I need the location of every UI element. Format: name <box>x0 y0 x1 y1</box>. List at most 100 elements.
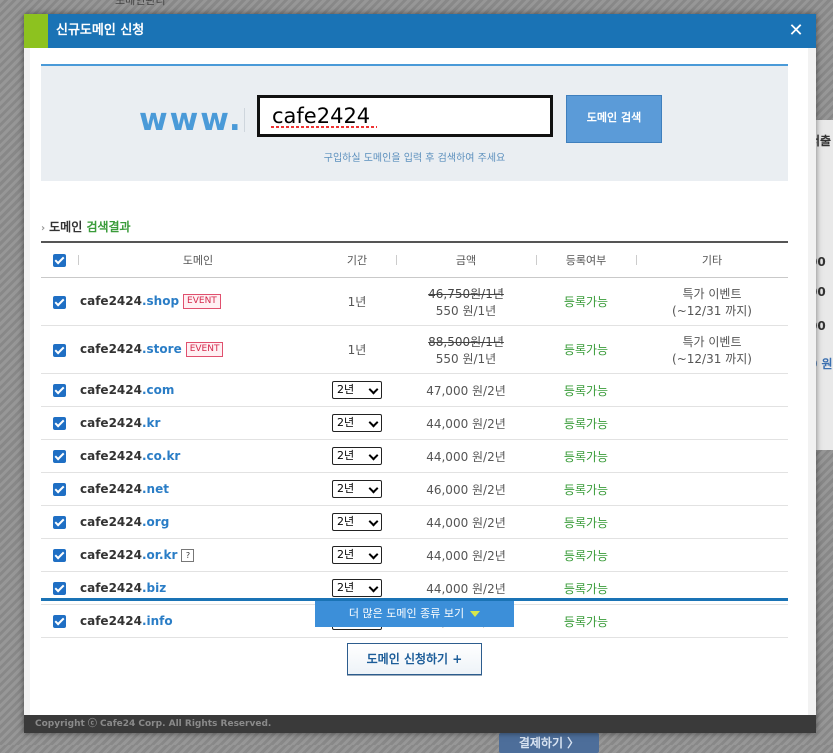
period-select-value: 2년 <box>337 416 355 429</box>
row-checkbox[interactable] <box>53 483 66 496</box>
status-text: 등록가능 <box>536 538 636 572</box>
close-icon[interactable]: ✕ <box>786 21 806 41</box>
table-row: cafe2424.kr 2년 44,000 원/2년 등록가능 <box>41 406 788 440</box>
row-checkbox[interactable] <box>53 450 66 463</box>
new-domain-modal: 신규도메인 신청 ✕ www. 도메인 검색 구입하실 도메인을 입력 후 검색… <box>24 14 816 733</box>
etc-cell <box>636 472 788 506</box>
domain-name: cafe2424.net <box>78 472 318 506</box>
domain-tld: .net <box>141 482 169 496</box>
etc-line-1: 특가 이벤트 <box>682 286 742 301</box>
header-etc: 기타 <box>636 241 788 278</box>
domain-tld: .co.kr <box>141 449 181 463</box>
background-top-text: 도메인관리 <box>115 0 166 7</box>
period-select-value: 2년 <box>337 548 355 561</box>
help-icon[interactable]: ? <box>181 549 195 562</box>
domain-search-input[interactable] <box>257 95 553 137</box>
etc-cell <box>636 406 788 440</box>
period-select[interactable]: 2년 <box>332 579 382 597</box>
status-text: 등록가능 <box>536 604 636 638</box>
row-checkbox[interactable] <box>53 549 66 562</box>
domain-name: cafe2424.org <box>78 505 318 539</box>
spellcheck-underline <box>271 126 377 128</box>
period-select[interactable]: 2년 <box>332 513 382 531</box>
period-select[interactable]: 2년 <box>332 447 382 465</box>
period-select[interactable]: 2년 <box>332 480 382 498</box>
header-status-label: 등록여부 <box>565 254 607 267</box>
event-badge: EVENT <box>183 294 221 309</box>
status-text: 등록가능 <box>536 373 636 407</box>
etc-cell <box>636 439 788 473</box>
price-cell: 46,750원/1년 550 원/1년 <box>396 277 536 326</box>
header-period: 기간 <box>318 241 396 278</box>
domain-sld: cafe2424 <box>80 581 142 595</box>
row-checkbox[interactable] <box>53 295 66 309</box>
row-checkbox[interactable] <box>53 384 66 397</box>
domain-search-panel: www. 도메인 검색 구입하실 도메인을 입력 후 검색하여 주세요 <box>41 64 788 181</box>
period-select[interactable]: 2년 <box>332 381 382 399</box>
results-heading-prefix: 도메인 <box>49 220 83 234</box>
table-row: cafe2424.store EVENT 1년 88,500원/1년 550 원/1… <box>41 325 788 374</box>
etc-line-1: 특가 이벤트 <box>682 334 742 349</box>
domain-tld: .kr <box>141 416 161 430</box>
row-checkbox[interactable] <box>53 582 66 595</box>
table-row: cafe2424.or.kr? 2년 44,000 원/2년 등록가능 <box>41 538 788 572</box>
header-etc-label: 기타 <box>701 254 723 267</box>
row-checkbox[interactable] <box>53 516 66 529</box>
copyright-footer: Copyright ⓒ Cafe24 Corp. All Rights Rese… <box>24 715 816 733</box>
table-row: cafe2424.net 2년 46,000 원/2년 등록가능 <box>41 472 788 506</box>
price-text: 44,000 원/2년 <box>396 505 536 539</box>
table-row: cafe2424.shop EVENT 1년 46,750원/1년 550 원/1년… <box>41 277 788 326</box>
period-text: 1년 <box>318 325 396 374</box>
results-table: 도메인 기간 금액 등록여부 기타 cafe2424.shop EVENT 1년 … <box>41 241 788 638</box>
etc-cell <box>636 373 788 407</box>
price-text: 44,000 원/2년 <box>396 538 536 572</box>
modal-header: 신규도메인 신청 ✕ <box>24 14 816 48</box>
price-text: 46,000 원/2년 <box>396 472 536 506</box>
more-domains-button[interactable]: 더 많은 도메인 종류 보기 <box>315 601 514 627</box>
background-pay-button[interactable]: 결제하기 〉 <box>499 733 599 753</box>
table-row: cafe2424.org 2년 44,000 원/2년 등록가능 <box>41 505 788 539</box>
table-row: cafe2424.com 2년 47,000 원/2년 등록가능 <box>41 373 788 407</box>
original-price: 46,750원/1년 <box>428 286 504 301</box>
row-checkbox[interactable] <box>53 417 66 430</box>
www-prefix: www. <box>139 102 243 138</box>
modal-title: 신규도메인 신청 <box>56 23 145 38</box>
header-price-label: 금액 <box>455 254 477 267</box>
header-period-label: 기간 <box>346 254 368 267</box>
more-domains-label: 더 많은 도메인 종류 보기 <box>348 607 465 620</box>
header-status: 등록여부 <box>536 241 636 278</box>
domain-sld: cafe2424 <box>80 294 142 308</box>
caret-down-icon <box>470 611 481 617</box>
domain-tld: .or.kr <box>141 548 178 562</box>
original-price: 88,500원/1년 <box>428 334 504 349</box>
chevron-down-icon <box>368 582 379 593</box>
domain-sld: cafe2424 <box>80 515 142 529</box>
divider <box>244 108 245 132</box>
chevron-down-icon <box>368 450 379 461</box>
domain-tld: .store <box>141 342 182 356</box>
select-all-checkbox[interactable] <box>53 253 66 267</box>
etc-cell: 특가 이벤트 (~12/31 까지) <box>636 325 788 374</box>
domain-name: cafe2424.co.kr <box>78 439 318 473</box>
domain-name: cafe2424.com <box>78 373 318 407</box>
row-checkbox[interactable] <box>53 343 66 357</box>
period-select[interactable]: 2년 <box>332 414 382 432</box>
domain-search-button[interactable]: 도메인 검색 <box>566 95 662 143</box>
row-checkbox[interactable] <box>53 615 66 628</box>
price-text: 44,000 원/2년 <box>396 406 536 440</box>
etc-cell <box>636 604 788 638</box>
results-heading: › 도메인 검색결과 <box>41 218 131 235</box>
domain-sld: cafe2424 <box>80 449 142 463</box>
etc-cell: 특가 이벤트 (~12/31 까지) <box>636 277 788 326</box>
apply-domain-button[interactable]: 도메인 신청하기 + <box>347 643 482 675</box>
domain-tld: .biz <box>141 581 167 595</box>
etc-cell <box>636 505 788 539</box>
status-text: 등록가능 <box>536 472 636 506</box>
period-select-value: 2년 <box>337 515 355 528</box>
sale-price: 550 원/1년 <box>435 351 497 366</box>
header-domain: 도메인 <box>78 241 318 278</box>
chevron-down-icon <box>368 384 379 395</box>
period-select[interactable]: 2년 <box>332 546 382 564</box>
status-text: 등록가능 <box>536 439 636 473</box>
period-select-value: 2년 <box>337 383 355 396</box>
